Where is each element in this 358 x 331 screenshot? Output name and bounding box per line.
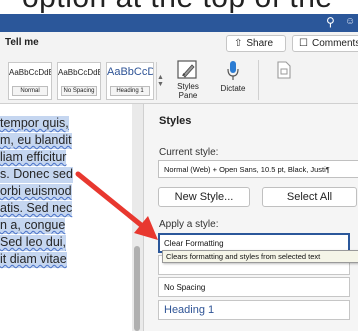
style-preview: AaBbCcDdEe xyxy=(9,68,51,77)
document-line: Sed leo dui, xyxy=(0,235,67,251)
comments-button[interactable]: ☐ Comments xyxy=(292,35,358,52)
style-item-heading-1[interactable]: Heading 1 xyxy=(158,300,350,320)
comment-icon: ☐ xyxy=(299,38,308,49)
styles-pane: Styles Current style: Normal (Web) + Ope… xyxy=(143,104,358,331)
styles-pane-icon xyxy=(177,60,197,79)
tutorial-caption: option at the top of the xyxy=(0,0,358,14)
style-preview: AaBbCcDc xyxy=(107,66,153,78)
microphone-icon xyxy=(227,61,239,80)
account-icon[interactable]: ☺ xyxy=(345,16,355,27)
style-gallery-no-spacing[interactable]: AaBbCcDdEe No Spacing xyxy=(57,62,101,100)
chevron-up-icon: ▲ xyxy=(157,74,164,81)
tell-me-box[interactable]: Tell me xyxy=(5,37,39,48)
document-line: tempor quis, xyxy=(0,116,69,132)
document-line: liam efficitur xyxy=(0,150,67,166)
select-all-button[interactable]: Select All xyxy=(262,187,357,207)
document-canvas[interactable]: tempor quis, m, eu blandit liam efficitu… xyxy=(0,104,143,331)
style-name: Heading 1 xyxy=(110,86,150,96)
apply-style-label: Apply a style: xyxy=(159,219,219,230)
style-gallery-scroll[interactable]: ▲ ▼ xyxy=(156,62,164,100)
style-preview: AaBbCcDdEe xyxy=(58,68,100,77)
document-line: orbi euismod xyxy=(0,184,72,200)
styles-pane-button[interactable]: Styles Pane xyxy=(170,60,206,100)
share-button[interactable]: ⇧ Share xyxy=(226,35,286,52)
document-line: m, eu blandit xyxy=(0,133,72,149)
share-label: Share xyxy=(246,38,274,49)
document-line: atis. Sed nec xyxy=(0,201,73,217)
home-ribbon: AaBbCcDdEe Normal AaBbCcDdEe No Spacing … xyxy=(0,54,358,104)
style-name: No Spacing xyxy=(61,86,97,96)
new-style-button[interactable]: New Style... xyxy=(158,187,250,207)
style-gallery-normal[interactable]: AaBbCcDdEe Normal xyxy=(8,62,52,100)
styles-pane-title: Styles xyxy=(159,115,192,127)
styles-pane-label-1: Styles xyxy=(177,82,199,91)
caption-text: option at the top of the xyxy=(22,0,333,14)
comments-label: Comments xyxy=(311,38,358,49)
addins-button[interactable] xyxy=(272,60,296,82)
dictate-label: Dictate xyxy=(220,84,246,93)
chevron-down-icon: ▼ xyxy=(157,81,164,88)
document-line: it diam vitae xyxy=(0,252,67,268)
ribbon-separator xyxy=(258,60,259,100)
document-line: s. Donec sed xyxy=(0,167,73,183)
dictate-button[interactable]: Dictate xyxy=(216,60,250,93)
style-item-no-spacing[interactable]: No Spacing xyxy=(158,277,350,297)
clear-formatting-tooltip: Clears formatting and styles from select… xyxy=(162,250,358,263)
ribbon-tab-row: Tell me ⇧ Share ☐ Comments xyxy=(0,32,358,54)
current-style-field[interactable]: Normal (Web) + Open Sans, 10.5 pt, Black… xyxy=(158,160,358,178)
word-title-bar: ⚲ ☺ xyxy=(0,14,358,32)
styles-pane-label-2: Pane xyxy=(178,91,198,100)
style-name: Normal xyxy=(12,86,48,96)
style-gallery-heading-1[interactable]: AaBbCcDc Heading 1 xyxy=(106,62,154,100)
document-line: n a, congue xyxy=(0,218,66,234)
current-style-label: Current style: xyxy=(159,147,219,158)
addin-icon xyxy=(277,61,291,79)
search-icon[interactable]: ⚲ xyxy=(326,15,335,29)
vertical-scrollbar-thumb[interactable] xyxy=(134,246,140,331)
share-icon: ⇧ xyxy=(234,38,243,49)
